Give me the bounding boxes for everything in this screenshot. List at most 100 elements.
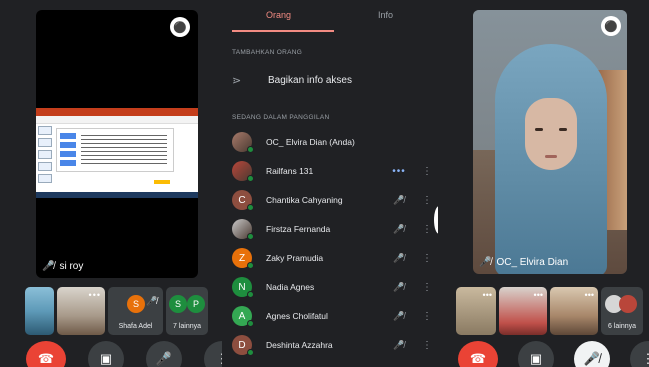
avatar: N [232, 277, 254, 298]
tab-info[interactable]: Info [378, 10, 393, 20]
more-vert-icon[interactable]: ⋮ [422, 340, 432, 351]
camera-name: OC_ Elvira Dian [496, 257, 569, 268]
camera-icon: ▣ [529, 351, 543, 366]
pin-icon[interactable]: ⚫ [601, 16, 621, 36]
more-options-button[interactable]: ⋮ [630, 341, 649, 367]
mic-button[interactable]: 🎤 [146, 341, 182, 367]
call-controls: ☎ ▣ 🎤 ⋮ [26, 341, 240, 367]
participant-row[interactable]: N Nadia Agnes 🎤̸ ⋮ [232, 276, 432, 298]
more-vert-icon[interactable]: ⋮ [422, 282, 432, 293]
others-count: 7 lainnya [172, 323, 202, 330]
presenter-tile[interactable]: ⚫ 🎤̸ si roy [36, 10, 198, 278]
add-people-heading: TAMBAHKAN ORANG [232, 49, 303, 56]
avatar [232, 132, 254, 153]
camera-icon: ▣ [99, 351, 113, 366]
participant-thumb[interactable] [25, 287, 54, 335]
participant-row[interactable]: C Chantika Cahyaning 🎤̸ ⋮ [232, 189, 432, 211]
shared-screen [36, 108, 198, 198]
participant-thumb-others[interactable]: 6 lainnya [601, 287, 643, 335]
participant-thumb-shafa[interactable]: S 🎤̸ Shafa Adel [108, 287, 163, 335]
avatar: Z [232, 248, 254, 269]
participant-name: Zaky Pramudia [266, 253, 324, 263]
participant-row[interactable]: D Deshinta Azzahra 🎤̸ ⋮ [232, 334, 432, 356]
more-vert-icon[interactable]: ⋮ [422, 195, 432, 206]
participant-thumbnails: ••• S 🎤̸ Shafa Adel S P 7 lainnya [25, 287, 208, 335]
active-tab-indicator [232, 30, 334, 32]
participant-thumb-others[interactable]: S P 7 lainnya [166, 287, 208, 335]
speaking-indicator-icon: ••• [392, 165, 406, 177]
online-indicator [247, 291, 254, 298]
end-call-icon: ☎ [37, 351, 55, 366]
avatar: S [169, 295, 187, 313]
more-vert-icon: ⋮ [641, 351, 649, 366]
avatar: D [232, 335, 254, 356]
mic-off-icon: 🎤̸ [42, 261, 55, 272]
mic-icon: 🎤 [155, 351, 173, 366]
participant-name: Agnes Cholifatul [266, 311, 328, 321]
online-indicator [247, 204, 254, 211]
avatar: P [187, 295, 205, 313]
pin-icon[interactable]: ⚫ [170, 17, 190, 37]
participant-name: Chantika Cahyaning [266, 195, 343, 205]
mic-off-icon: 🎤̸ [393, 223, 405, 234]
more-vert-icon[interactable]: ⋮ [422, 253, 432, 264]
participant-row[interactable]: Firstza Fernanda 🎤̸ ⋮ [232, 218, 432, 240]
mic-off-icon: 🎤̸ [583, 351, 601, 366]
tab-people[interactable]: Orang [266, 10, 291, 20]
panel-tabs: Orang Info [222, 0, 438, 33]
participant-name: OC_ Elvira Dian (Anda) [266, 137, 355, 147]
people-panel: Orang Info TAMBAHKAN ORANG ⋗ Bagikan inf… [222, 0, 444, 367]
in-call-heading: SEDANG DALAM PANGGILAN [232, 114, 330, 121]
avatar [232, 219, 254, 240]
avatar [232, 161, 254, 182]
camera-name-tag: 🎤̸ OC_ Elvira Dian [479, 257, 568, 268]
participant-name: Deshinta Azzahra [266, 340, 333, 350]
presenter-name: si roy [59, 261, 84, 272]
share-label: Bagikan info akses [268, 74, 352, 86]
presenter-name-tag: 🎤̸ si roy [42, 261, 83, 272]
end-call-icon: ☎ [469, 351, 487, 366]
share-access-button[interactable]: ⋗ Bagikan info akses [232, 70, 432, 90]
participant-name: Railfans 131 [266, 166, 314, 176]
online-indicator [247, 349, 254, 356]
avatar: A [232, 306, 254, 327]
participant-thumb[interactable]: ••• [57, 287, 105, 335]
participant-row[interactable]: A Agnes Cholifatul 🎤̸ ⋮ [232, 305, 432, 327]
participant-thumb[interactable]: ••• [550, 287, 598, 335]
participant-row[interactable]: Railfans 131 ••• ⋮ [232, 160, 432, 182]
avatar: S [127, 295, 145, 313]
participant-name: Nadia Agnes [266, 282, 315, 292]
right-screen: ⚫ 🎤̸ OC_ Elvira Dian ••• ••• ••• 6 lainn… [438, 0, 649, 367]
mic-off-icon: 🎤̸ [479, 257, 492, 268]
online-indicator [247, 262, 254, 269]
participant-name: Shafa Adel [118, 323, 153, 330]
participant-thumb[interactable]: ••• [456, 287, 496, 335]
avatar: C [232, 190, 254, 211]
mic-off-icon: 🎤̸ [393, 281, 405, 292]
camera-button[interactable]: ▣ [518, 341, 554, 367]
more-vert-icon[interactable]: ⋮ [422, 224, 432, 235]
mic-button[interactable]: 🎤̸ [574, 341, 610, 367]
share-icon: ⋗ [232, 74, 242, 87]
participant-thumbnails: ••• ••• ••• 6 lainnya [456, 287, 643, 335]
online-indicator [247, 233, 254, 240]
more-vert-icon[interactable]: ⋮ [422, 311, 432, 322]
left-screen: ⚫ 🎤̸ si roy ••• S 🎤̸ Shafa Adel S P 7 la… [0, 0, 240, 367]
online-indicator [247, 146, 254, 153]
more-vert-icon[interactable]: ⋮ [422, 166, 432, 177]
end-call-button[interactable]: ☎ [458, 341, 498, 367]
participant-row[interactable]: Z Zaky Pramudia 🎤̸ ⋮ [232, 247, 432, 269]
participant-thumb[interactable]: ••• [499, 287, 547, 335]
mic-off-icon: 🎤̸ [393, 194, 405, 205]
online-indicator [247, 175, 254, 182]
end-call-button[interactable]: ☎ [26, 341, 66, 367]
mic-off-icon: 🎤̸ [393, 310, 405, 321]
camera-button[interactable]: ▣ [88, 341, 124, 367]
mic-off-icon: 🎤̸ [146, 296, 158, 306]
others-count: 6 lainnya [607, 323, 637, 330]
self-camera-tile[interactable]: ⚫ 🎤̸ OC_ Elvira Dian [473, 10, 627, 274]
participant-row[interactable]: OC_ Elvira Dian (Anda) [232, 131, 432, 153]
more-icon[interactable]: ••• [89, 290, 101, 300]
online-indicator [247, 320, 254, 327]
mic-off-icon: 🎤̸ [393, 339, 405, 350]
